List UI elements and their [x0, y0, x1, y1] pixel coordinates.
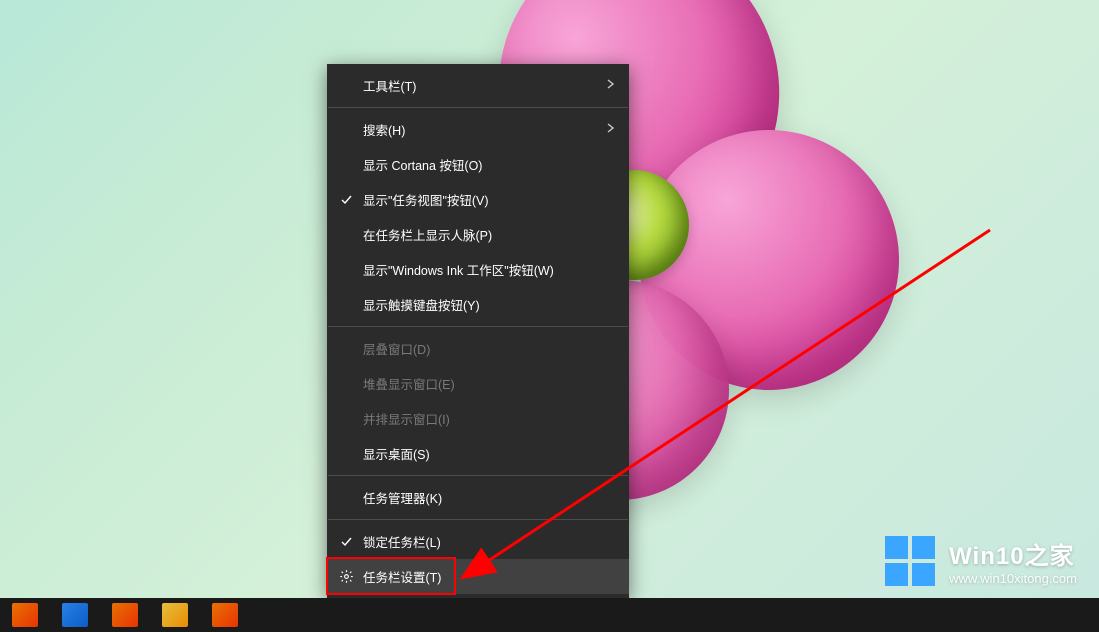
menu-separator	[328, 107, 628, 108]
menu-item-label: 任务栏设置(T)	[363, 567, 441, 586]
watermark-url: www.win10xitong.com	[949, 571, 1077, 586]
menu-separator	[328, 475, 628, 476]
menu-item-show-touch-keyboard[interactable]: 显示触摸键盘按钮(Y)	[327, 287, 629, 322]
menu-item-show-cortana[interactable]: 显示 Cortana 按钮(O)	[327, 147, 629, 182]
menu-item-toolbars[interactable]: 工具栏(T)	[327, 68, 629, 103]
check-icon	[339, 193, 353, 207]
chevron-right-icon	[607, 79, 615, 92]
menu-item-label: 显示桌面(S)	[363, 444, 430, 463]
menu-item-label: 堆叠显示窗口(E)	[363, 374, 455, 393]
taskbar-app-icon[interactable]	[212, 603, 238, 627]
menu-item-label: 并排显示窗口(I)	[363, 409, 450, 428]
menu-item-cascade-windows: 层叠窗口(D)	[327, 331, 629, 366]
check-icon	[339, 535, 353, 549]
menu-item-show-task-view[interactable]: 显示"任务视图"按钮(V)	[327, 182, 629, 217]
menu-item-label: 显示"任务视图"按钮(V)	[363, 190, 489, 209]
taskbar[interactable]	[0, 598, 1099, 632]
menu-item-label: 显示"Windows Ink 工作区"按钮(W)	[363, 260, 554, 279]
watermark: Win10之家 www.win10xitong.com	[885, 536, 1077, 586]
menu-item-search[interactable]: 搜索(H)	[327, 112, 629, 147]
menu-item-label: 任务管理器(K)	[363, 488, 442, 507]
menu-item-label: 层叠窗口(D)	[363, 339, 430, 358]
taskbar-app-icon[interactable]	[12, 603, 38, 627]
menu-item-label: 显示 Cortana 按钮(O)	[363, 155, 482, 174]
taskbar-app-icon[interactable]	[162, 603, 188, 627]
menu-item-show-ink-workspace[interactable]: 显示"Windows Ink 工作区"按钮(W)	[327, 252, 629, 287]
menu-item-label: 显示触摸键盘按钮(Y)	[363, 295, 480, 314]
menu-item-lock-taskbar[interactable]: 锁定任务栏(L)	[327, 524, 629, 559]
chevron-right-icon	[607, 123, 615, 136]
menu-item-label: 锁定任务栏(L)	[363, 532, 441, 551]
gear-icon	[338, 569, 354, 585]
taskbar-app-icon[interactable]	[112, 603, 138, 627]
menu-item-stack-windows: 堆叠显示窗口(E)	[327, 366, 629, 401]
menu-item-show-people[interactable]: 在任务栏上显示人脉(P)	[327, 217, 629, 252]
desktop-background: 工具栏(T) 搜索(H) 显示 Cortana 按钮(O) 显示"任务视图"按钮…	[0, 0, 1099, 632]
menu-item-label: 工具栏(T)	[363, 76, 416, 95]
taskbar-app-icon[interactable]	[62, 603, 88, 627]
menu-item-label: 搜索(H)	[363, 120, 405, 139]
watermark-title: Win10之家	[949, 536, 1077, 571]
menu-item-show-desktop[interactable]: 显示桌面(S)	[327, 436, 629, 471]
menu-item-taskbar-settings[interactable]: 任务栏设置(T)	[327, 559, 629, 594]
menu-separator	[328, 519, 628, 520]
menu-separator	[328, 326, 628, 327]
taskbar-context-menu: 工具栏(T) 搜索(H) 显示 Cortana 按钮(O) 显示"任务视图"按钮…	[327, 64, 629, 598]
menu-item-task-manager[interactable]: 任务管理器(K)	[327, 480, 629, 515]
menu-item-side-by-side: 并排显示窗口(I)	[327, 401, 629, 436]
taskbar-pinned-apps	[12, 603, 238, 627]
windows-logo-icon	[885, 536, 935, 586]
menu-item-label: 在任务栏上显示人脉(P)	[363, 225, 492, 244]
